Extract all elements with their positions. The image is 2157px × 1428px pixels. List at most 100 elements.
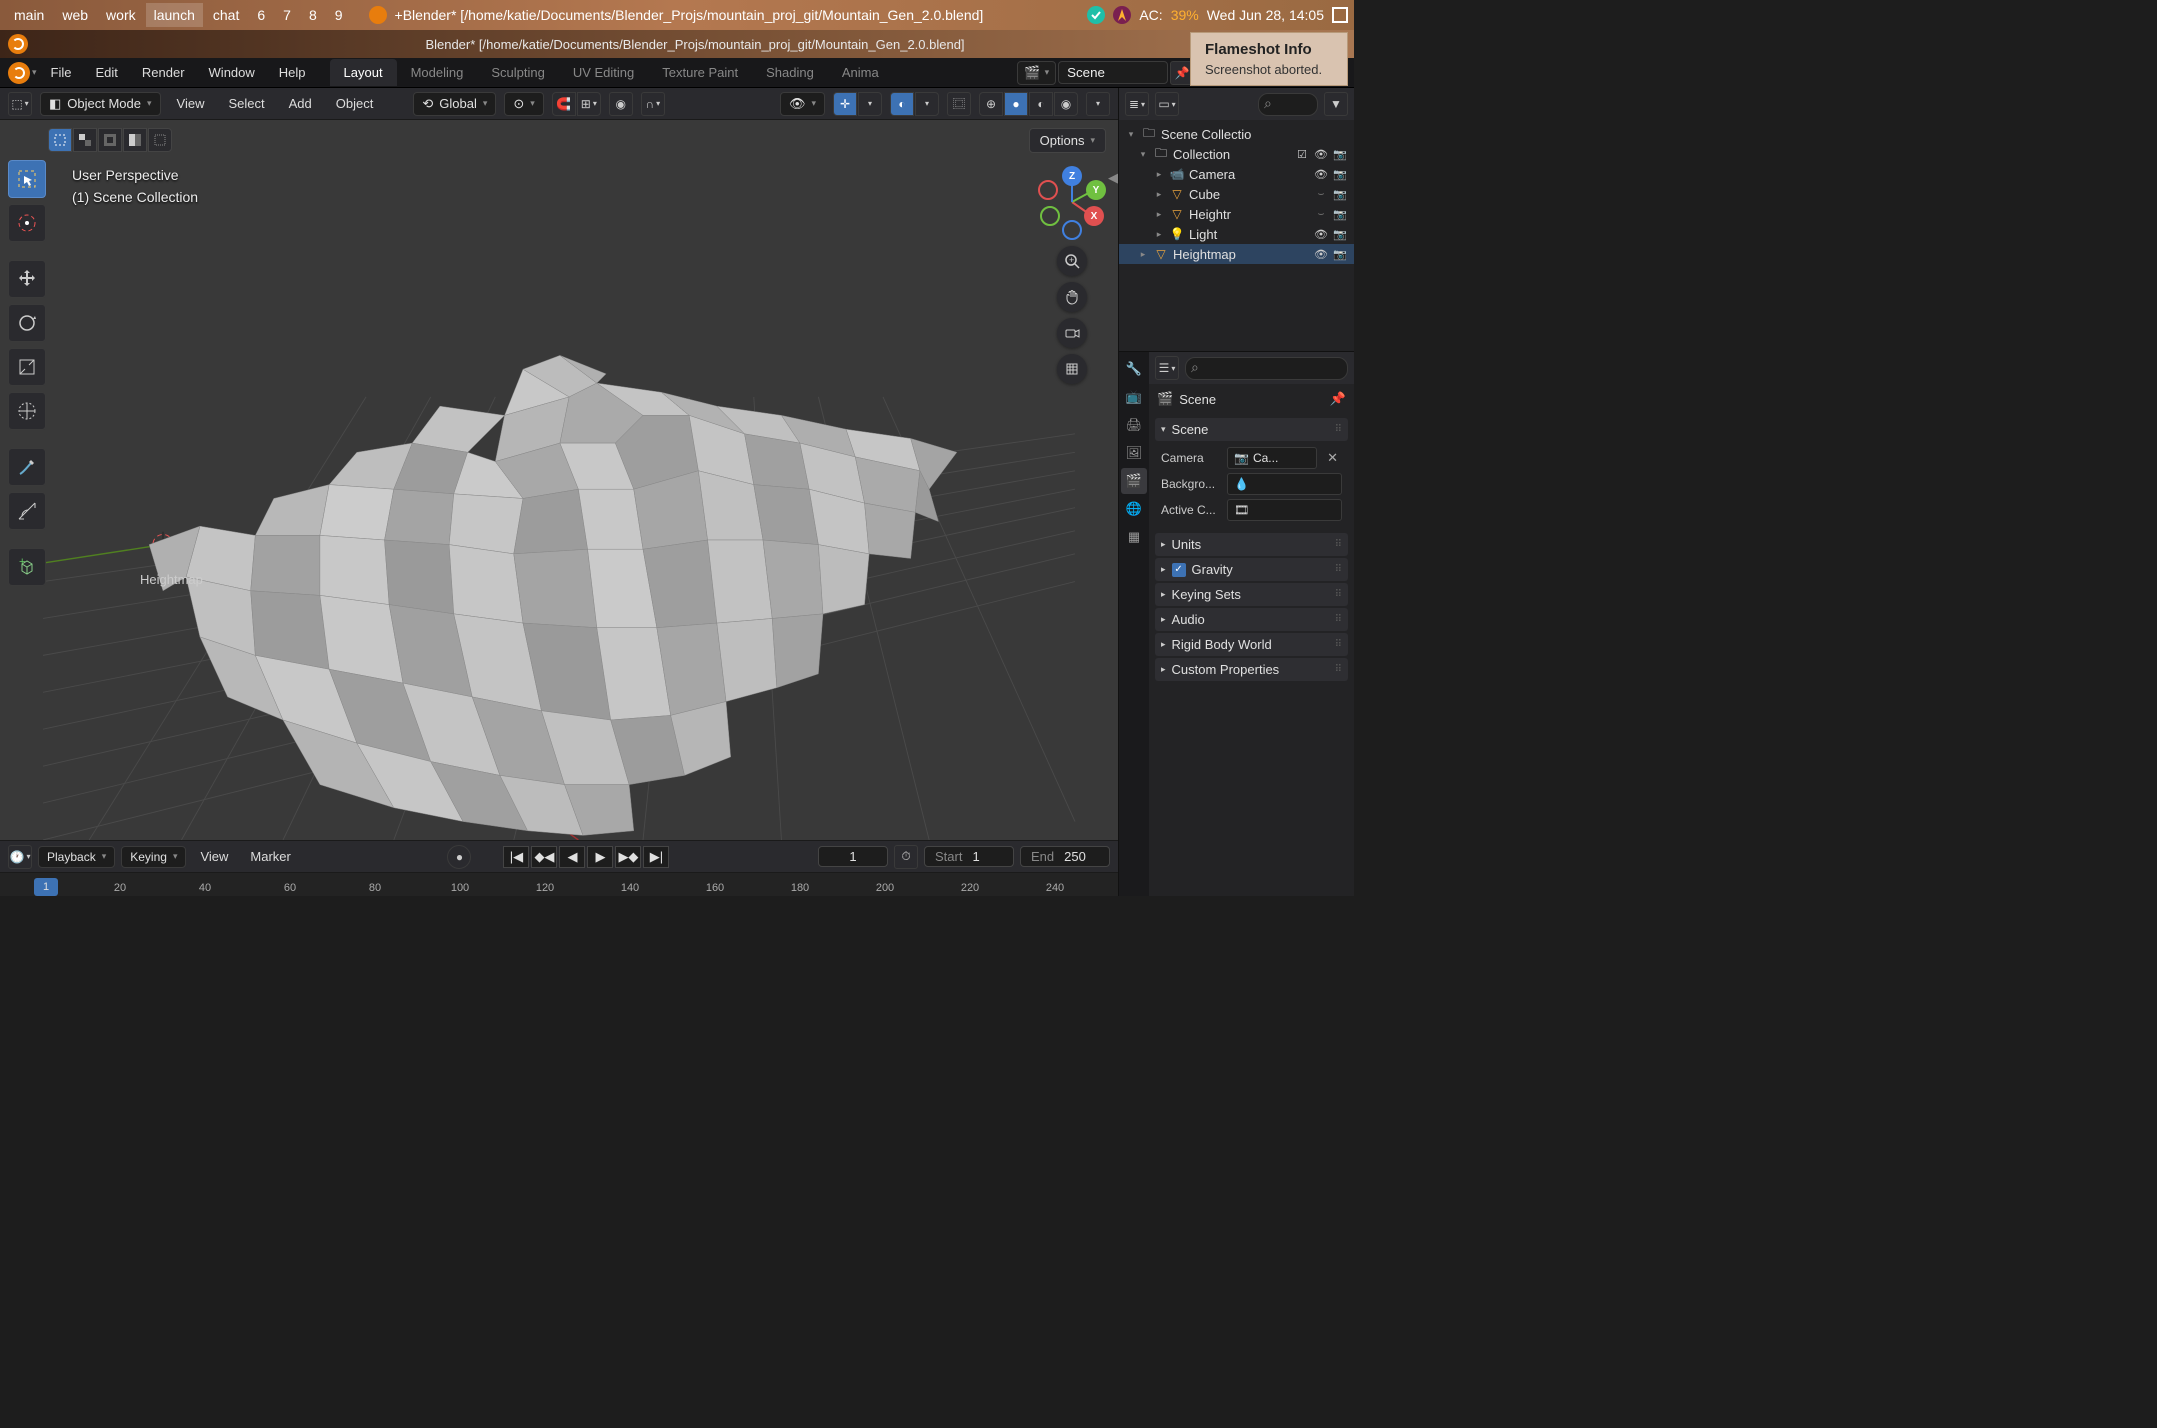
panel-header-custom[interactable]: ▸Custom Properties⠿ [1155, 658, 1348, 681]
axis-neg-x[interactable] [1038, 180, 1058, 200]
workspace-tag[interactable]: web [54, 3, 96, 27]
snap-type-dropdown[interactable]: ⊞▾ [577, 92, 601, 116]
play-reverse[interactable]: ◀ [559, 846, 585, 868]
gizmo-dropdown[interactable]: ▾ [858, 92, 882, 116]
overlay-dropdown[interactable]: ▾ [915, 92, 939, 116]
props-tab-scene[interactable]: 🎬 [1121, 468, 1147, 494]
blender-icon[interactable] [8, 62, 30, 84]
axis-neg-z[interactable] [1062, 220, 1082, 240]
play-forward[interactable]: ▶ [587, 846, 613, 868]
select-mode-invert[interactable] [123, 128, 147, 152]
select-mode-subtract[interactable] [98, 128, 122, 152]
camera-view-button[interactable] [1057, 318, 1087, 348]
jump-prev-keyframe[interactable]: ◆◀ [531, 846, 557, 868]
mode-dropdown[interactable]: ◧ Object Mode ▾ [40, 92, 161, 116]
axis-x[interactable]: X [1084, 206, 1104, 226]
props-tab-output[interactable]: 🖨 [1121, 412, 1147, 438]
header-menu-object[interactable]: Object [328, 92, 382, 115]
timeline-ruler[interactable]: 1 20 40 60 80 100 120 140 160 180 200 22… [0, 872, 1118, 896]
jump-next-keyframe[interactable]: ▶◆ [615, 846, 641, 868]
tool-select-box[interactable] [8, 160, 46, 198]
timeline-editor-type[interactable]: 🕐▾ [8, 845, 32, 869]
timeline-menu-marker[interactable]: Marker [242, 845, 298, 868]
axis-z[interactable]: Z [1062, 166, 1082, 186]
gravity-checkbox[interactable]: ✓ [1172, 563, 1186, 577]
preview-range-toggle[interactable]: ⏱ [894, 845, 918, 869]
camera-icon[interactable]: 📷 [1332, 186, 1348, 202]
shading-rendered[interactable]: ◉ [1054, 92, 1078, 116]
workspace-tab-shading[interactable]: Shading [752, 59, 828, 86]
panel-header-audio[interactable]: ▸Audio⠿ [1155, 608, 1348, 631]
props-tab-viewlayer[interactable]: 🖼 [1121, 440, 1147, 466]
select-mode-tweak[interactable] [48, 128, 72, 152]
timeline-menu-view[interactable]: View [192, 845, 236, 868]
axis-neg-y[interactable] [1040, 206, 1060, 226]
sidebar-toggle[interactable]: ◀ [1108, 170, 1118, 186]
jump-to-start[interactable]: |◀ [503, 846, 529, 868]
camera-icon[interactable]: 📷 [1332, 166, 1348, 182]
camera-icon[interactable]: 📷 [1332, 226, 1348, 242]
background-field[interactable]: 💧 [1227, 473, 1342, 495]
outliner-collection[interactable]: ▾🗀 Collection ☑👁📷 [1119, 144, 1354, 164]
pivot-dropdown[interactable]: ⊙▾ [504, 92, 543, 116]
menu-render[interactable]: Render [132, 60, 195, 85]
visibility-dropdown[interactable]: 👁▾ [780, 92, 825, 116]
checkbox-icon[interactable]: ☑ [1294, 146, 1310, 162]
clear-camera-button[interactable]: ✕ [1323, 450, 1342, 466]
menu-window[interactable]: Window [199, 60, 265, 85]
navigation-gizmo[interactable]: Z Y X [1034, 164, 1110, 240]
xray-toggle[interactable]: ⿴ [947, 92, 971, 116]
viewport-options-dropdown[interactable]: Options▾ [1029, 128, 1106, 153]
eye-closed-icon[interactable]: ⌣ [1313, 206, 1329, 222]
outliner-scene-collection[interactable]: ▾🗀 Scene Collectio [1119, 124, 1354, 144]
menu-file[interactable]: File [41, 60, 82, 85]
header-menu-view[interactable]: View [169, 92, 213, 115]
status-icon-2[interactable] [1113, 6, 1131, 24]
scene-browse-button[interactable]: 🎬▾ [1017, 61, 1056, 85]
select-mode-extend[interactable] [73, 128, 97, 152]
workspace-tag[interactable]: 8 [301, 3, 325, 27]
menu-help[interactable]: Help [269, 60, 316, 85]
outliner-filter[interactable]: ▼ [1324, 92, 1348, 116]
camera-icon[interactable]: 📷 [1332, 146, 1348, 162]
playhead[interactable]: 1 [34, 878, 58, 896]
pin-button[interactable]: 📌 [1330, 391, 1346, 407]
eye-icon[interactable]: 👁 [1313, 246, 1329, 262]
outliner-display-mode[interactable]: ▭▾ [1155, 92, 1179, 116]
camera-icon[interactable]: 📷 [1332, 206, 1348, 222]
editor-type-button[interactable]: ⬚▾ [8, 92, 32, 116]
shading-material[interactable]: ◐ [1029, 92, 1053, 116]
panel-header-gravity[interactable]: ▸✓Gravity⠿ [1155, 558, 1348, 581]
workspace-tag[interactable]: work [98, 3, 144, 27]
workspace-tab-animation[interactable]: Anima [828, 59, 893, 86]
workspace-tag[interactable]: chat [205, 3, 247, 27]
eye-icon[interactable]: 👁 [1313, 146, 1329, 162]
snap-toggle[interactable]: 🧲 [552, 92, 576, 116]
activeclip-field[interactable]: 🎞 [1227, 499, 1342, 521]
outliner-search[interactable] [1258, 93, 1318, 116]
workspace-tab-modeling[interactable]: Modeling [397, 59, 478, 86]
workspace-tab-texture[interactable]: Texture Paint [648, 59, 752, 86]
tool-rotate[interactable] [8, 304, 46, 342]
current-frame-field[interactable]: 1 [818, 846, 888, 867]
orientation-dropdown[interactable]: ⟲ Global ▾ [413, 92, 496, 116]
workspace-tag[interactable]: main [6, 3, 52, 27]
header-menu-select[interactable]: Select [220, 92, 272, 115]
camera-icon[interactable]: 📷 [1332, 246, 1348, 262]
pan-button[interactable] [1057, 282, 1087, 312]
menu-edit[interactable]: Edit [85, 60, 127, 85]
tool-add-cube[interactable]: + [8, 548, 46, 586]
tool-annotate[interactable] [8, 448, 46, 486]
props-tab-tool[interactable]: 🔧 [1121, 356, 1147, 382]
3d-viewport[interactable]: Options▾ User Perspective (1) Scene Coll… [0, 120, 1118, 840]
eye-icon[interactable]: 👁 [1313, 166, 1329, 182]
workspace-tag[interactable]: 7 [275, 3, 299, 27]
header-menu-add[interactable]: Add [281, 92, 320, 115]
end-frame-field[interactable]: End250 [1020, 846, 1110, 867]
proportional-falloff-dropdown[interactable]: ∩▾ [641, 92, 665, 116]
status-icon-1[interactable] [1087, 6, 1105, 24]
notification-popup[interactable]: Flameshot Info Screenshot aborted. [1190, 32, 1348, 86]
props-tab-render[interactable]: 📺 [1121, 384, 1147, 410]
blender-task-icon[interactable] [369, 6, 387, 24]
props-search[interactable] [1185, 357, 1348, 380]
